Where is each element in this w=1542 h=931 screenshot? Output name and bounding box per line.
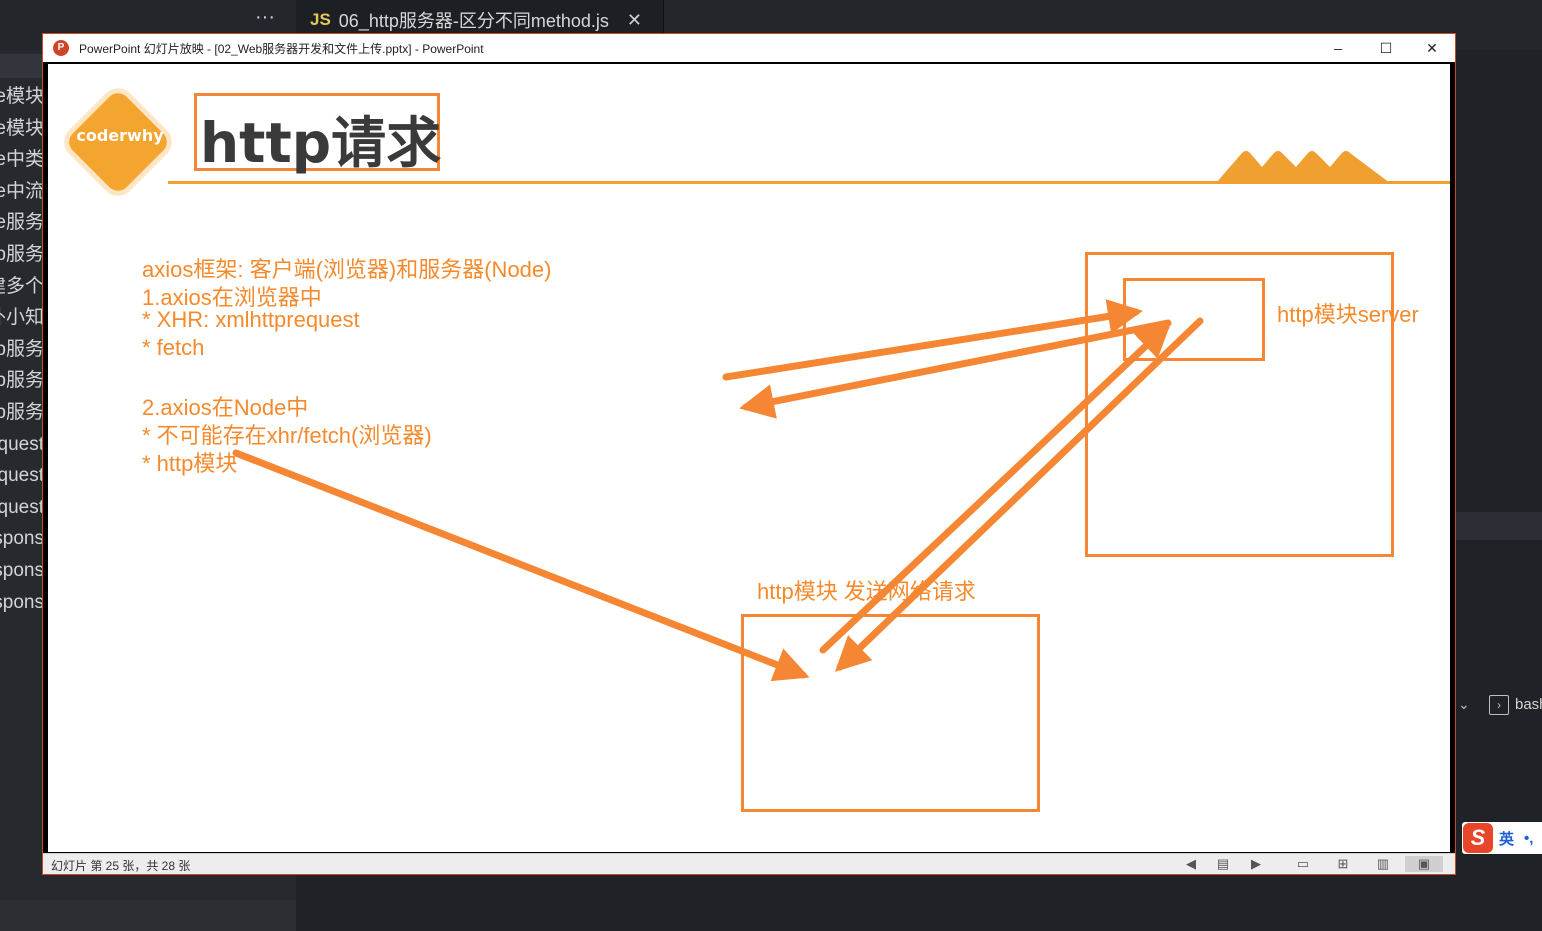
window-title-bar[interactable]: P PowerPoint 幻灯片放映 - [02_Web服务器开发和文件上传.p… <box>43 34 1455 62</box>
explorer-file-item[interactable]: tp服务 <box>0 334 44 366</box>
slide-counter: 幻灯片 第 25 张，共 28 张 <box>51 859 191 873</box>
explorer-file-item[interactable]: quest <box>0 429 44 461</box>
normal-view-icon[interactable]: ▭ <box>1295 856 1311 872</box>
tab-filename: 06_http服务器-区分不同method.js <box>338 11 609 31</box>
arrow-client-to-server <box>819 322 1172 654</box>
ime-toolbar[interactable]: S 英 •, <box>1462 822 1542 854</box>
explorer-file-item[interactable]: spons <box>0 555 44 587</box>
explorer-file-item[interactable]: de服务 <box>0 207 44 239</box>
ime-punctuation-indicator[interactable]: •, <box>1524 830 1533 847</box>
explorer-file-item[interactable]: spons <box>0 523 44 555</box>
reading-view-icon[interactable]: ▥ <box>1375 856 1391 872</box>
explorer-file-item[interactable]: de模块 <box>0 81 44 113</box>
explorer-file-item[interactable]: de模块 <box>0 113 44 145</box>
more-actions-icon[interactable]: ··· <box>250 6 280 36</box>
chevron-down-icon[interactable]: ⌄ <box>1458 696 1474 716</box>
explorer-file-item[interactable]: tp服务 <box>0 397 44 429</box>
previous-slide-icon[interactable]: ◀ <box>1183 856 1199 872</box>
explorer-file-item[interactable]: de中类 <box>0 144 44 176</box>
slide-menu-icon[interactable]: ▤ <box>1215 856 1231 872</box>
explorer-file-item[interactable]: tp服务 <box>0 365 44 397</box>
explorer-file-item[interactable]: tp服务 <box>0 239 44 271</box>
next-slide-icon[interactable]: ▶ <box>1248 856 1264 872</box>
terminal-label[interactable]: bash <box>1515 696 1542 716</box>
explorer-file-item[interactable]: de中流 <box>0 176 44 208</box>
slide-canvas[interactable]: coderwhy http请求 axios框架: 客户端(浏览器)和服务器(No… <box>48 64 1450 852</box>
arrow-http-module-to-client <box>232 449 810 682</box>
sogou-icon[interactable]: S <box>1463 823 1493 853</box>
explorer-file-item[interactable]: quest <box>0 460 44 492</box>
window-title: PowerPoint 幻灯片放映 - [02_Web服务器开发和文件上传.ppt… <box>79 41 484 56</box>
explorer-file-item[interactable]: quest <box>0 492 44 524</box>
close-button[interactable]: ✕ <box>1409 34 1455 62</box>
powerpoint-window: P PowerPoint 幻灯片放映 - [02_Web服务器开发和文件上传.p… <box>42 33 1456 875</box>
arrow-server-to-client <box>834 317 1204 672</box>
terminal-icon[interactable]: › <box>1489 695 1509 715</box>
close-tab-icon[interactable]: ✕ <box>627 10 642 31</box>
minimize-button[interactable]: – <box>1315 34 1361 62</box>
maximize-button[interactable]: ☐ <box>1363 34 1409 62</box>
explorer-file-item[interactable]: 建多个 <box>0 271 44 303</box>
explorer-section-header[interactable] <box>0 54 42 78</box>
slide-sorter-icon[interactable]: ⊞ <box>1335 856 1351 872</box>
panel-header-strip <box>1456 512 1542 540</box>
powerpoint-icon: P <box>53 40 69 56</box>
status-bar: 幻灯片 第 25 张，共 28 张 ◀ ▤ ▶ ▭ ⊞ ▥ ▣ <box>43 853 1455 874</box>
javascript-file-icon: JS <box>310 10 331 29</box>
sidebar-footer <box>0 900 296 931</box>
explorer-file-item[interactable]: 外小知 <box>0 302 44 334</box>
explorer-file-item[interactable]: spons <box>0 587 44 619</box>
annotation-arrows <box>232 299 1204 682</box>
slideshow-view-icon[interactable]: ▣ <box>1405 856 1443 872</box>
ime-mode-indicator[interactable]: 英 <box>1499 828 1514 849</box>
